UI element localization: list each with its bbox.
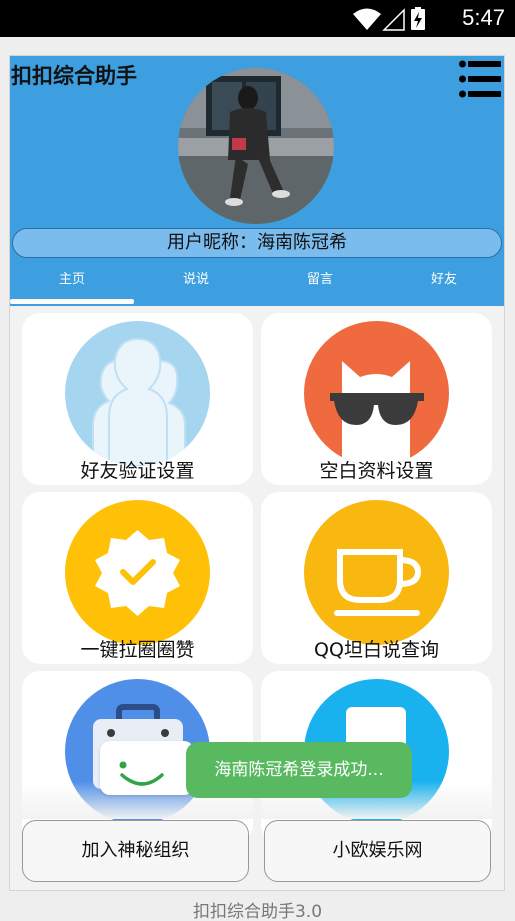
- main-card: 扣扣综合助手 用户昵称：海南陈冠希 主页 说说 留言 好友 好友验证设置 空白资…: [9, 55, 505, 891]
- toast-avatar: [100, 741, 194, 795]
- tab-friends[interactable]: 好友: [382, 268, 504, 292]
- battery-icon: [411, 7, 425, 30]
- wifi-icon: [353, 8, 381, 30]
- avatar-photo: [178, 68, 334, 224]
- nickname-bar: 用户昵称：海南陈冠希: [12, 228, 502, 258]
- tab-indicator: [10, 299, 134, 304]
- status-bar: 5:47: [0, 0, 515, 37]
- clock: 5:47: [462, 5, 505, 30]
- cup-icon: [304, 500, 449, 645]
- smile-icon: [119, 761, 164, 786]
- feature-circle-like[interactable]: 一键拉圈圈赞: [22, 492, 253, 664]
- feature-qq-confession[interactable]: QQ坦白说查询: [261, 492, 492, 664]
- feature-label: 好友验证设置: [80, 460, 195, 482]
- tab-bar: 主页 说说 留言 好友: [10, 268, 504, 292]
- feature-friend-verify[interactable]: 好友验证设置: [22, 313, 253, 485]
- signal-icon: [382, 8, 405, 31]
- toast-message: 海南陈冠希登录成功...: [186, 742, 412, 798]
- users-icon: [65, 321, 210, 466]
- feature-label: 空白资料设置: [319, 460, 434, 482]
- join-group-button[interactable]: 加入神秘组织: [22, 820, 249, 882]
- feature-label: 一键拉圈圈赞: [80, 639, 195, 661]
- menu-icon[interactable]: [459, 59, 501, 99]
- profile-header: 扣扣综合助手 用户昵称：海南陈冠希 主页 说说 留言 好友: [10, 56, 504, 306]
- version-footer: 扣扣综合助手3.0: [192, 902, 323, 921]
- tab-moments[interactable]: 说说: [134, 268, 258, 292]
- status-icons: [353, 7, 425, 31]
- xiaoou-site-button[interactable]: 小欧娱乐网: [264, 820, 491, 882]
- feature-label: QQ坦白说查询: [314, 639, 439, 661]
- user-avatar[interactable]: [178, 68, 334, 224]
- tab-home[interactable]: 主页: [10, 268, 134, 292]
- badge-check-icon: [65, 500, 210, 645]
- feature-blank-profile[interactable]: 空白资料设置: [261, 313, 492, 485]
- app-title: 扣扣综合助手: [11, 64, 137, 88]
- cat-sunglasses-icon: [304, 321, 449, 466]
- tab-messages[interactable]: 留言: [258, 268, 382, 292]
